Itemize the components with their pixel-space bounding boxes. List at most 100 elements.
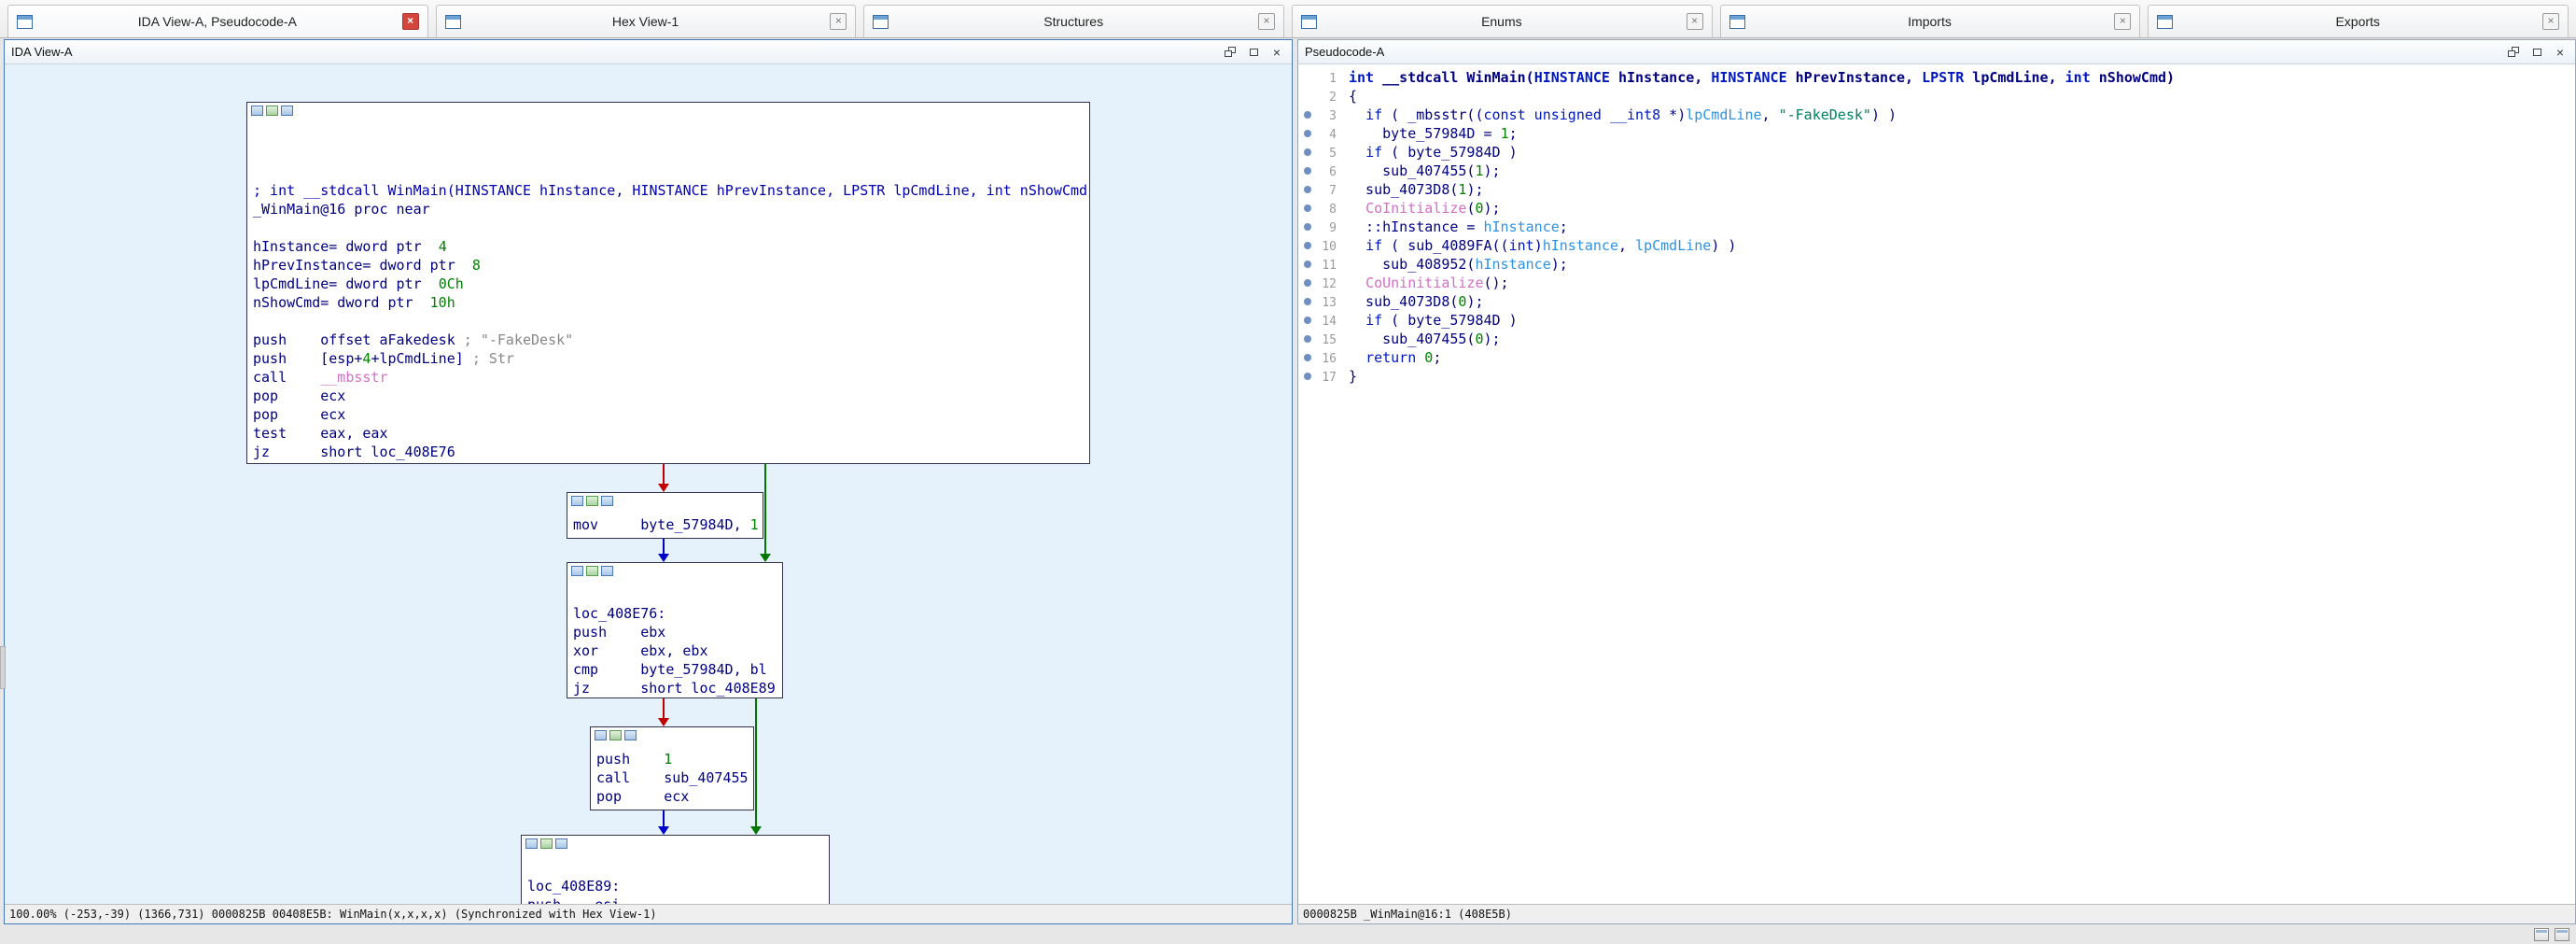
line-number: 15 [1322,331,1337,350]
address-dot[interactable] [1304,223,1311,231]
address-dot[interactable] [1304,261,1311,268]
line-number: 11 [1322,257,1337,275]
pseudocode-line[interactable]: 10 if ( sub_4089FA((int)hInstance, lpCmd… [1298,236,2575,255]
code-token: "-FakeDesk" [1779,106,1871,123]
code-token: push esi [527,896,620,904]
pseudocode-line[interactable]: 11 sub_408952(hInstance); [1298,255,2575,274]
code-text: if ( _mbsstr((const unsigned __int8 *)lp… [1341,106,1897,124]
tab-close-button[interactable]: × [402,13,419,30]
close-window-button[interactable]: × [1268,45,1285,60]
code-token: ); [1484,331,1501,347]
pseudocode-line[interactable]: 16 return 0; [1298,348,2575,367]
address-dot[interactable] [1304,186,1311,193]
asm-line: push 1 [596,750,748,768]
code-token: cmp byte_57984D, bl [573,661,767,678]
tab-imports[interactable]: Imports× [1720,5,2141,37]
asm-line: push offset aFakedesk ; "-FakeDesk" [253,331,1084,349]
pseudocode-line[interactable]: 1int __stdcall WinMain(HINSTANCE hInstan… [1298,68,2575,87]
pseudocode-line[interactable]: 4 byte_57984D = 1; [1298,124,2575,143]
graph-view[interactable]: ; int __stdcall WinMain(HINSTANCE hInsta… [5,64,1292,904]
pseudocode-line[interactable]: 15 sub_407455(0); [1298,330,2575,348]
pseudocode-line[interactable]: 5 if ( byte_57984D ) [1298,143,2575,162]
maximize-window-button[interactable] [1245,45,1262,60]
code-token: pop ecx [253,406,345,423]
graph-node[interactable]: ; int __stdcall WinMain(HINSTANCE hInsta… [246,102,1090,464]
code-token: if [1365,312,1382,329]
tab-hex-view-1[interactable]: Hex View-1× [436,5,857,37]
statusbar-corner-icons [2534,928,2569,941]
address-dot[interactable] [1304,317,1311,324]
code-token: test eax, eax [253,425,388,442]
tab-close-button[interactable]: × [1687,13,1703,30]
line-gutter: 13 [1298,292,1341,311]
pseudocode-line[interactable]: 13 sub_4073D8(0); [1298,292,2575,311]
graph-status-bar: 100.00% (-253,-39) (1366,731) 0000825B 0… [5,904,1292,923]
pseudocode-line[interactable]: 8 CoInitialize(0); [1298,199,2575,218]
pseudocode-line[interactable]: 3 if ( _mbsstr((const unsigned __int8 *)… [1298,106,2575,124]
tab-close-button[interactable]: × [1258,13,1275,30]
dock-splitter-handle[interactable] [0,646,6,689]
tab-ida-view-a-pseudocode-a[interactable]: IDA View-A, Pseudocode-A× [7,5,428,37]
graph-node[interactable]: push 1call sub_407455pop ecx [590,726,754,810]
tab-enums[interactable]: Enums× [1292,5,1713,37]
line-number: 17 [1322,369,1337,387]
tab-structures[interactable]: Structures× [863,5,1284,37]
graph-node[interactable]: loc_408E89:push esi [521,835,830,904]
address-dot[interactable] [1304,354,1311,361]
address-dot[interactable] [1304,335,1311,343]
address-dot[interactable] [1304,298,1311,305]
code-token: ); [1466,293,1483,310]
tab-close-button[interactable]: × [2114,13,2131,30]
pseudocode-view[interactable]: 1int __stdcall WinMain(HINSTANCE hInstan… [1298,64,2575,904]
address-dot[interactable] [1304,167,1311,175]
line-gutter: 8 [1298,199,1341,218]
line-gutter: 3 [1298,106,1341,124]
window-titlebar[interactable]: IDA View-A × [5,40,1292,64]
code-token: jz short loc_408E76 [253,444,455,460]
close-window-button[interactable]: × [2552,45,2569,60]
pseudocode-line[interactable]: 14 if ( byte_57984D ) [1298,311,2575,330]
line-number: 4 [1329,126,1337,145]
pseudocode-line[interactable]: 12 CoUninitialize(); [1298,274,2575,292]
window-titlebar[interactable]: Pseudocode-A × [1298,40,2575,64]
line-gutter: 5 [1298,143,1341,162]
pseudocode-line[interactable]: 6 sub_407455(1); [1298,162,2575,180]
graph-node[interactable]: loc_408E76:push ebxxor ebx, ebxcmp byte_… [567,562,783,698]
address-dot[interactable] [1304,279,1311,287]
asm-line: test eax, eax [253,424,1084,443]
pseudocode-line[interactable]: 2{ [1298,87,2575,106]
address-dot[interactable] [1304,204,1311,212]
address-dot[interactable] [1304,242,1311,249]
address-dot[interactable] [1304,373,1311,380]
pseudocode-line[interactable]: 7 sub_4073D8(1); [1298,180,2575,199]
tab-close-button[interactable]: × [2542,13,2559,30]
asm-line: push ebx [573,623,777,641]
asm-line: _WinMain@16 proc near [253,200,1084,218]
tab-exports[interactable]: Exports× [2148,5,2569,37]
line-number: 10 [1322,238,1337,257]
code-token: , [1762,106,1779,123]
code-token: sub_407455( [1349,162,1475,179]
restore-window-button[interactable] [1222,45,1239,60]
address-dot[interactable] [1304,111,1311,119]
graph-node[interactable]: mov byte_57984D, 1 [567,492,763,539]
tab-icon [873,15,889,29]
tab-close-button[interactable]: × [830,13,847,30]
code-token: 1 [1475,162,1483,179]
maximize-window-button[interactable] [2528,45,2545,60]
code-token: ; [1433,349,1441,366]
address-dot[interactable] [1304,130,1311,137]
code-token: ; Str [472,350,514,367]
code-token: 1 [664,751,672,768]
line-number: 7 [1329,182,1337,201]
mdi-window-icon[interactable] [2534,928,2549,941]
address-dot[interactable] [1304,148,1311,156]
code-text: { [1341,87,1357,106]
pseudocode-line[interactable]: 17} [1298,367,2575,386]
asm-line: loc_408E76: [573,604,777,623]
mdi-window-icon[interactable] [2555,928,2569,941]
restore-window-button[interactable] [2505,45,2522,60]
window-buttons: × [2505,45,2569,60]
node-body: mov byte_57984D, 1 [567,514,763,536]
pseudocode-line[interactable]: 9 ::hInstance = hInstance; [1298,218,2575,236]
